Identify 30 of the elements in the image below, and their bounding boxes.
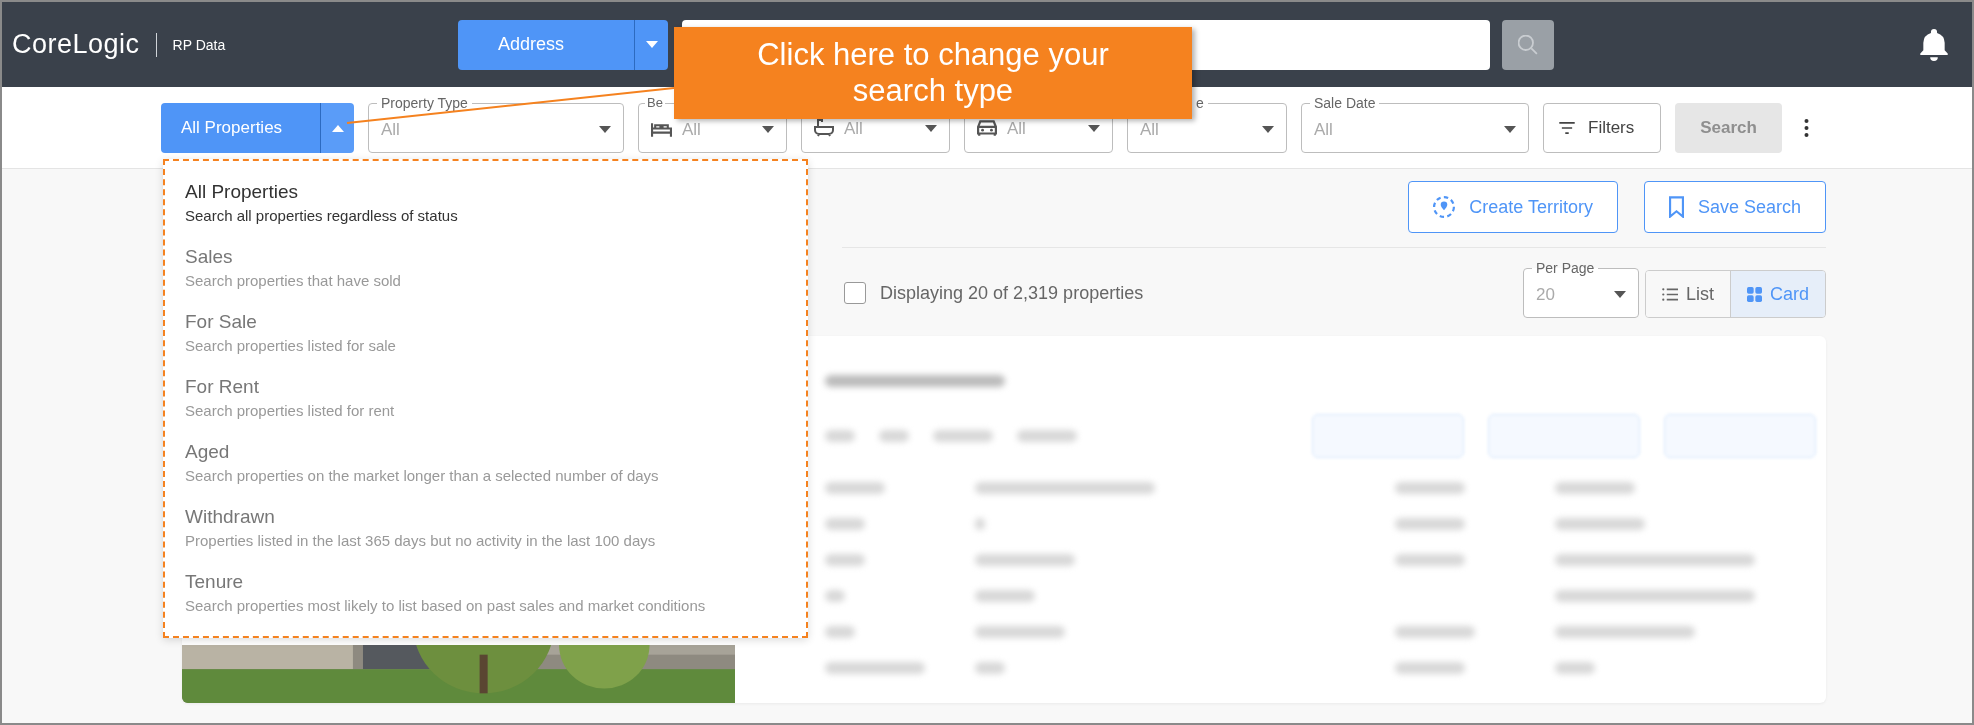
field-value: All [682, 121, 701, 138]
field-value: All [1140, 121, 1159, 138]
menu-item-description: Search properties that have sold [185, 271, 401, 291]
menu-item-title: Sales [185, 245, 233, 269]
menu-item-description: Search all properties regardless of status [185, 206, 458, 226]
menu-item-title: Tenure [185, 570, 244, 594]
callout-tooltip: Click here to change your search type [674, 27, 1192, 119]
menu-item-title: For Sale [185, 310, 257, 334]
menu-item-description: Search properties listed for rent [185, 401, 395, 421]
menu-item-title: For Rent [185, 375, 259, 399]
product-name: RP Data [172, 36, 226, 53]
field-value: All [1007, 119, 1026, 137]
field-label: Be [646, 95, 664, 111]
field-value: All [844, 119, 863, 137]
field-label: e [1195, 95, 1205, 111]
menu-item-description: Search properties most likely to list based on past sales and market conditions [185, 596, 706, 616]
field-value: All [1314, 121, 1333, 138]
field-label: Sale Date [1313, 95, 1377, 111]
field-value: All [381, 121, 400, 138]
menu-item-title: Aged [185, 440, 230, 464]
menu-item-description: Search properties listed for sale [185, 336, 396, 356]
field-value: 20 [1535, 286, 1555, 303]
menu-item-title: Withdrawn [185, 505, 275, 529]
logo: CoreLogic [12, 29, 140, 60]
field-label: Per Page [1534, 260, 1596, 276]
menu-item-description: Search properties on the market longer than a selected number of days [185, 466, 659, 486]
field-label: Property Type [380, 95, 469, 111]
menu-item-title: All Properties [185, 180, 298, 204]
results-summary: Displaying 20 of 2,319 properties [880, 282, 1144, 304]
menu-item-description: Properties listed in the last 365 days but no activity in the last 100 days [185, 531, 656, 551]
